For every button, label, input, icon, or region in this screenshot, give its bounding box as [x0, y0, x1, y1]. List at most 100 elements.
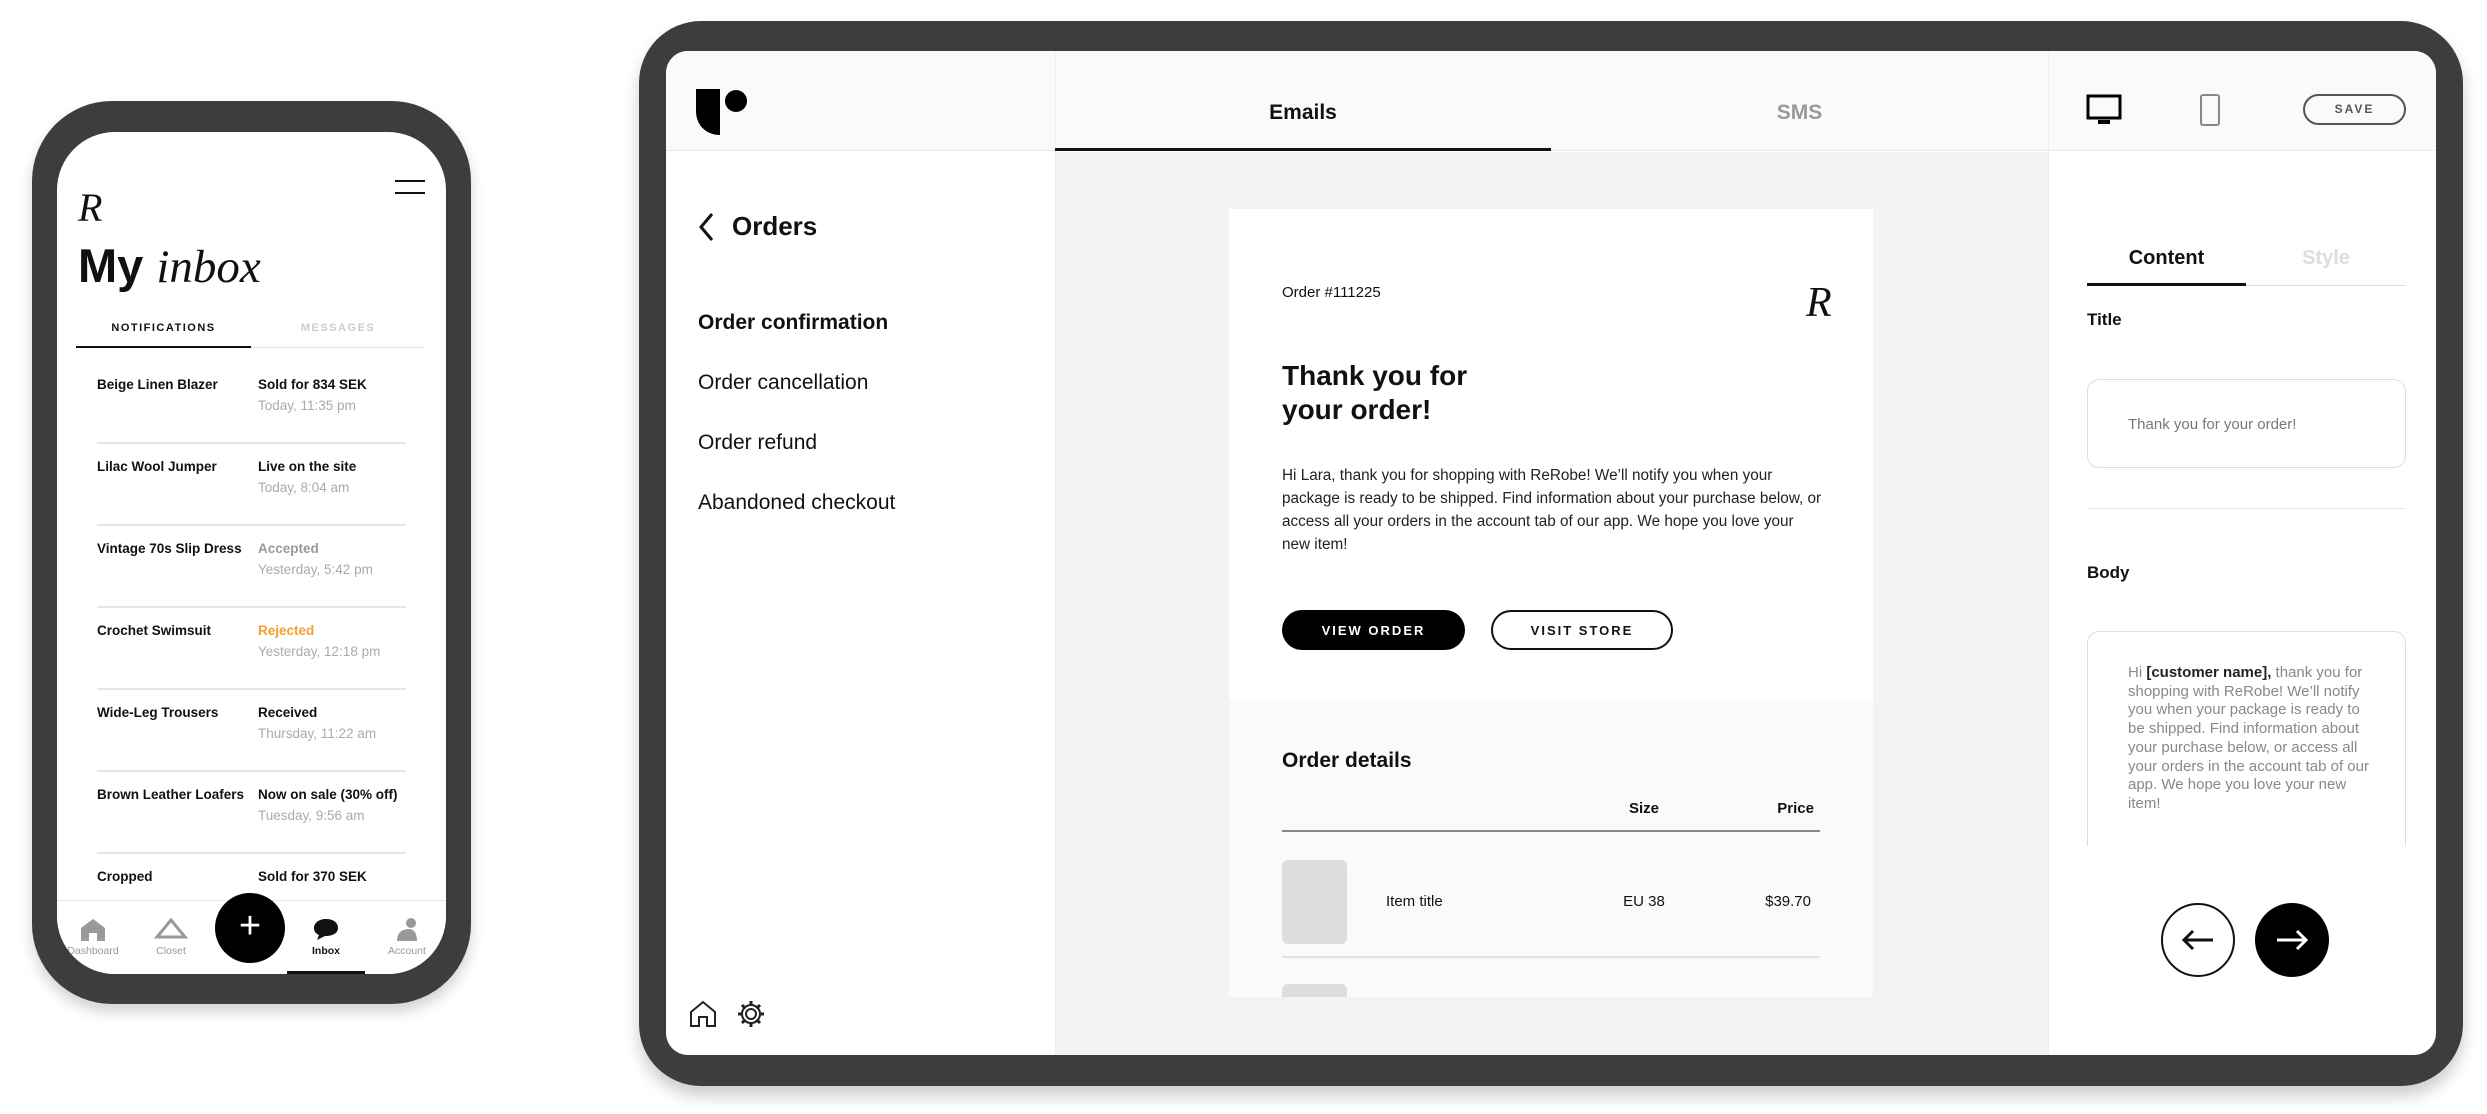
visit-store-button[interactable]: VISIT STORE — [1491, 610, 1673, 650]
previous-button[interactable] — [2161, 903, 2235, 977]
notification-row[interactable]: Wide-Leg Trousers Received Thursday, 11:22… — [97, 690, 406, 772]
timestamp: Tuesday, 9:56 am — [258, 808, 365, 823]
nav-label: Account — [388, 945, 426, 957]
divider — [2048, 51, 2049, 1055]
timestamp: Yesterday, 5:42 pm — [258, 562, 373, 577]
body-text: Hi — [2128, 664, 2147, 681]
tab-messages[interactable]: MESSAGES — [251, 318, 425, 334]
nav-label: Dashboard — [67, 945, 119, 957]
nav-label: Inbox — [312, 945, 340, 957]
nav-inbox[interactable]: Inbox — [291, 917, 361, 957]
editor-tabs: Content Style — [2087, 247, 2406, 286]
body-label: Body — [2087, 563, 2130, 582]
back-to-orders[interactable]: Orders — [698, 211, 817, 242]
item-name: Brown Leather Loafers — [97, 787, 245, 802]
active-nav-indicator — [287, 971, 365, 974]
customer-name-variable: [customer name], — [2146, 664, 2272, 681]
title-label: Title — [2087, 310, 2122, 329]
desktop-icon[interactable] — [2086, 93, 2122, 129]
title-bold: My — [78, 239, 144, 292]
column-size: Size — [1628, 800, 1659, 817]
inbox-tabs: NOTIFICATIONS MESSAGES — [76, 318, 425, 348]
status: Rejected — [258, 623, 315, 638]
notification-row[interactable]: Brown Leather Loafers Now on sale (30% of… — [97, 772, 406, 854]
timestamp: Thursday, 11:22 am — [258, 726, 377, 741]
nav-dashboard[interactable]: Dashboard — [58, 917, 128, 957]
status: Received — [258, 705, 318, 720]
order-table-header: Size Price — [1282, 800, 1820, 832]
title-input[interactable]: Thank you for your order! — [2087, 379, 2406, 468]
order-item-row: Item title EU 38 $39.70 — [1282, 834, 1820, 958]
chevron-left-icon — [699, 212, 714, 241]
sidebar-item-order-refund[interactable]: Order refund — [698, 431, 817, 455]
tab-content[interactable]: Content — [2087, 247, 2246, 286]
home-icon — [81, 919, 105, 941]
divider — [2087, 508, 2406, 509]
arrow-right-icon — [2277, 929, 2309, 951]
tab-notifications[interactable]: NOTIFICATIONS — [76, 318, 251, 348]
notification-list: Beige Linen Blazer Sold for 834 SEK Today,… — [57, 362, 446, 900]
notification-row[interactable]: Crochet Swimsuit Rejected Yesterday, 12:18… — [97, 608, 406, 690]
nav-closet[interactable]: Closet — [136, 917, 206, 957]
order-number: Order #111225 — [1282, 284, 1381, 301]
hamburger-menu-icon[interactable] — [395, 180, 425, 194]
arrow-left-icon — [2181, 929, 2213, 951]
nav-label: Closet — [156, 945, 186, 957]
rerobe-logo: R — [78, 185, 103, 230]
tablet-device: Emails SMS SAVE Orders Order confirmatio… — [639, 21, 2463, 1086]
tablet-preview-icon[interactable] — [2199, 93, 2221, 127]
save-button[interactable]: SAVE — [2303, 94, 2406, 125]
status: Sold for 370 SEK — [258, 869, 367, 884]
item-name: Wide-Leg Trousers — [97, 705, 219, 720]
view-order-button[interactable]: VIEW ORDER — [1282, 610, 1465, 650]
person-icon — [397, 918, 417, 941]
page-title: My inbox — [78, 238, 261, 294]
order-details-title: Order details — [1282, 749, 1412, 772]
bottom-nav: Dashboard Closet + Inbox Account — [57, 893, 446, 974]
status: Live on the site — [258, 459, 357, 474]
sidebar-item-order-cancellation[interactable]: Order cancellation — [698, 371, 868, 395]
column-price: Price — [1777, 800, 1814, 817]
timestamp: Today, 11:35 pm — [258, 398, 356, 413]
app-logo-icon — [696, 89, 747, 135]
phone-screen: R My inbox NOTIFICATIONS MESSAGES Beige … — [57, 132, 446, 974]
status: Now on sale (30% off) — [258, 787, 398, 802]
sidebar-item-abandoned-checkout[interactable]: Abandoned checkout — [698, 491, 895, 515]
status: Accepted — [258, 541, 319, 556]
email-title: Thank you for your order! — [1282, 359, 1467, 427]
item-thumbnail — [1282, 984, 1347, 997]
title-italic: inbox — [156, 241, 261, 293]
item-title: Item title — [1386, 893, 1443, 910]
sidebar-title: Orders — [732, 211, 818, 241]
email-body: Hi Lara, thank you for shopping with ReR… — [1282, 467, 1822, 553]
tab-sms[interactable]: SMS — [1551, 101, 2048, 125]
tablet-screen: Emails SMS SAVE Orders Order confirmatio… — [666, 51, 2436, 1055]
tab-style[interactable]: Style — [2246, 247, 2406, 270]
item-name: Beige Linen Blazer — [97, 377, 218, 392]
sidebar-item-order-confirmation[interactable]: Order confirmation — [698, 311, 888, 335]
chat-bubble-icon — [314, 919, 338, 940]
next-button[interactable] — [2255, 903, 2329, 977]
notification-row[interactable]: Vintage 70s Slip Dress Accepted Yesterday,… — [97, 526, 406, 608]
body-textarea[interactable]: Hi [customer name], thank you for shoppi… — [2087, 631, 2406, 846]
status: Sold for 834 SEK — [258, 377, 367, 392]
rerobe-logo: R — [1806, 280, 1832, 326]
add-item-button[interactable]: + — [215, 893, 285, 963]
gear-icon[interactable] — [736, 999, 766, 1029]
timestamp: Yesterday, 12:18 pm — [258, 644, 381, 659]
item-size: EU 38 — [1623, 893, 1665, 910]
item-name: Vintage 70s Slip Dress — [97, 541, 242, 556]
notification-row[interactable]: Lilac Wool Jumper Live on the site Today, … — [97, 444, 406, 526]
notification-row[interactable]: Beige Linen Blazer Sold for 834 SEK Today,… — [97, 362, 406, 444]
nav-account[interactable]: Account — [372, 917, 442, 957]
tab-emails[interactable]: Emails — [1055, 101, 1551, 151]
timestamp: Today, 8:04 am — [258, 480, 350, 495]
item-price: $39.70 — [1765, 893, 1811, 910]
item-name: Lilac Wool Jumper — [97, 459, 217, 474]
item-name: Crochet Swimsuit — [97, 623, 212, 638]
email-card: Order #111225 R Thank you for your order… — [1229, 209, 1873, 997]
title-line: Thank you for — [1282, 360, 1468, 391]
item-thumbnail — [1282, 860, 1347, 944]
email-preview-area: Order #111225 R Thank you for your order… — [1056, 152, 2048, 1055]
home-icon[interactable] — [688, 999, 718, 1029]
